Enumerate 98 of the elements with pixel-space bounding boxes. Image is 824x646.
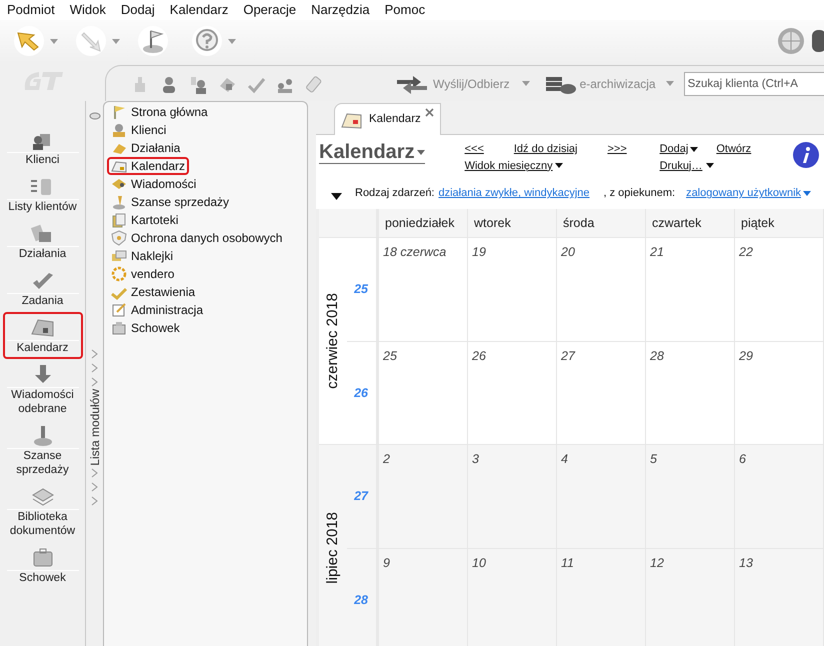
nav-link[interactable]: Idź do dzisiaj [514,141,578,158]
day-number[interactable]: 12 [650,556,664,570]
day-number[interactable]: 2 [383,452,390,466]
day-number[interactable]: 25 [383,349,397,363]
month-label: czerwiec 2018 [322,293,342,389]
day-number[interactable]: 26 [472,349,486,363]
filter-label: , z opiekunem: [604,186,676,202]
module-icon [111,122,127,138]
arrows-icon[interactable] [395,74,429,94]
day-number[interactable]: 18 czerwca [383,245,446,259]
flag-icon[interactable] [136,26,170,56]
view-dropdown[interactable]: Widok miesięczny [464,158,660,174]
caret-icon[interactable] [554,163,563,168]
module-icon [111,212,127,228]
day-number[interactable]: 21 [650,245,664,259]
day-number[interactable]: 5 [650,452,657,466]
owner-dropdown[interactable]: zalogowany użytkownik [686,185,812,202]
module-item[interactable]: Naklejki [107,247,178,265]
menu-item[interactable]: Dodaj [120,0,155,20]
weekday-header: czwartek [652,214,702,232]
menu-item[interactable]: Kalendarz [170,0,228,20]
filter-label: Rodzaj zdarzeń: [355,186,434,202]
nav-item[interactable]: Wiadomości odebrane [2,359,82,420]
weekday-header: środa [563,214,594,232]
calendar-icon [341,110,363,128]
day-number[interactable]: 6 [739,452,746,466]
help-icon[interactable] [190,26,224,56]
nav-item[interactable]: Biblioteka dokumentów [2,481,82,542]
module-item[interactable]: Wiadomości [107,175,200,193]
week-number[interactable]: 25 [354,280,368,299]
open-link[interactable]: Otwórz [716,141,752,158]
globe-icon[interactable] [776,26,806,56]
collapse-icon[interactable] [331,193,342,200]
weekday-header: poniedziałek [385,214,454,232]
module-item[interactable]: Kalendarz [107,157,190,175]
menu-item[interactable]: Narzędzia [311,0,370,20]
nav-item[interactable]: Zadania [2,265,82,312]
nav-item[interactable]: Kalendarz [2,312,82,359]
module-item[interactable]: Administracja [107,301,208,319]
nav-link[interactable]: >>> [607,141,627,158]
day-number[interactable]: 4 [561,452,568,466]
module-item[interactable]: Szanse sprzedaży [107,193,234,211]
nav-item[interactable]: Listy klientów [2,171,82,218]
menu-item[interactable]: Podmiot [7,0,55,20]
nav-item[interactable]: Szanse sprzedaży [2,420,82,481]
week-number[interactable]: 26 [354,384,368,402]
module-item[interactable]: Zestawienia [107,283,200,301]
module-item[interactable]: Ochrona danych osobowych [107,229,286,247]
module-item[interactable]: Strona główna [107,103,212,121]
nav-item[interactable]: Klienci [2,124,82,171]
nav-item[interactable]: Działania [2,218,82,265]
chevron-icon[interactable] [90,468,98,478]
panel-title: Lista modułów [86,389,102,466]
day-number[interactable]: 13 [739,556,753,570]
nav-item[interactable]: Schowek [2,542,82,589]
caret-icon[interactable] [706,163,714,168]
caret-icon[interactable] [690,146,698,152]
module-icon [111,194,127,210]
menu-item[interactable]: Pomoc [384,0,426,20]
tab[interactable]: Kalendarz [334,103,441,135]
search-field[interactable]: Szukaj klienta (Ctrl+A [684,72,824,96]
module-item[interactable]: Działania [107,139,184,157]
module-item[interactable]: vendero [107,265,178,283]
module-icon [111,302,127,318]
pin-icon[interactable] [88,111,100,121]
day-number[interactable]: 27 [561,349,575,363]
day-number[interactable]: 22 [739,245,753,259]
print-dropdown[interactable]: Drukuj… [660,158,752,174]
module-icon [111,104,127,120]
module-item[interactable]: Kartoteki [107,211,182,229]
menu-item[interactable]: Widok [70,0,106,20]
filter-link[interactable]: działania zwykłe, windykacyjne [438,185,590,202]
chevron-icon[interactable] [90,496,98,506]
module-icon [111,266,127,282]
close-icon[interactable] [425,108,434,117]
day-number[interactable]: 20 [561,245,575,259]
module-item[interactable]: Schowek [107,319,184,337]
module-icon [111,230,127,246]
day-number[interactable]: 11 [561,556,574,570]
info-icon[interactable] [792,141,820,169]
calendar-title[interactable]: Kalendarz [319,141,425,164]
module-item[interactable]: Klienci [107,121,170,139]
day-number[interactable]: 10 [472,556,486,570]
day-number[interactable]: 19 [472,245,486,259]
day-number[interactable]: 9 [383,556,390,570]
menu-item[interactable]: Operacje [243,0,296,20]
weekday-header: wtorek [474,214,511,232]
module-icon [111,320,127,336]
module-icon [111,176,127,192]
weekday-header: piątek [741,214,774,232]
module-icon [111,248,127,264]
month-label: lipiec 2018 [322,512,342,584]
day-number[interactable]: 3 [472,452,479,466]
nav-link[interactable]: <<< [464,141,484,158]
add-dropdown[interactable]: Dodaj [660,141,698,158]
day-number[interactable]: 29 [739,349,753,363]
chevron-icon[interactable] [90,482,98,492]
day-number[interactable]: 28 [650,349,664,363]
